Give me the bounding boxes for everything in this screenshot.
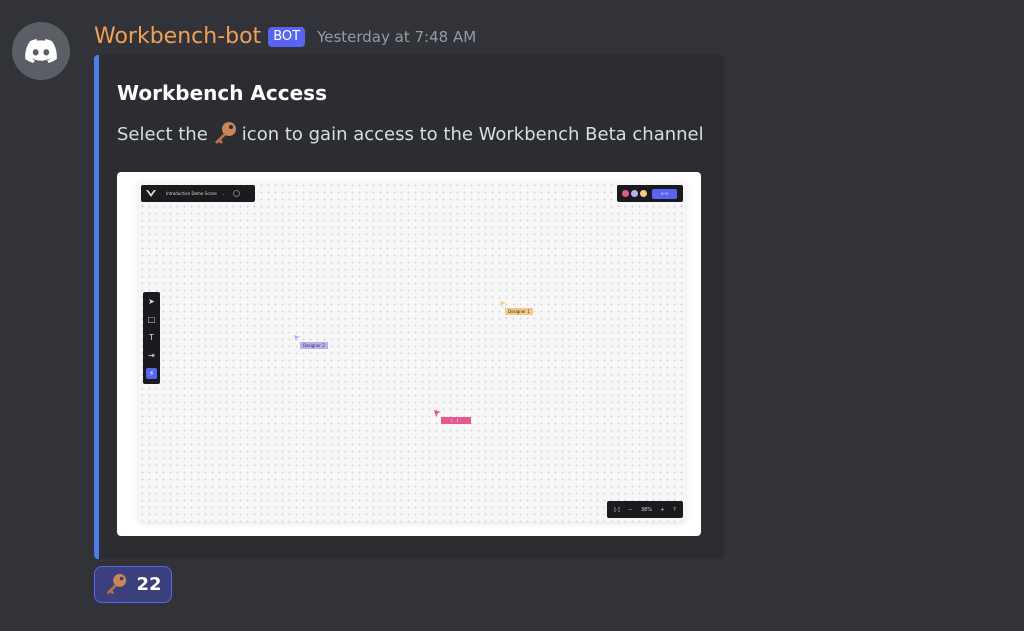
cursor-icon <box>500 301 506 307</box>
share-button: <·> <box>652 188 677 199</box>
cursor-icon <box>434 410 441 417</box>
key-icon <box>107 573 127 594</box>
cursor-label: Designer 2 <box>300 342 328 349</box>
user-avatar-dot <box>622 190 629 197</box>
embed-image[interactable]: Introduction Demo Scene ⌄ <·> ➤ □ T ⇥ ⚡ … <box>117 172 701 536</box>
bot-badge: BOT <box>268 26 306 47</box>
user-avatar-dot <box>640 190 647 197</box>
zoom-out-icon: − <box>628 506 633 513</box>
key-icon <box>212 121 238 147</box>
chevron-down-icon: ⌄ <box>221 191 226 196</box>
embed: Workbench Access Select the icon to gain… <box>94 55 724 559</box>
reaction-button[interactable]: 22 <box>94 566 172 603</box>
fit-icon: [·] <box>614 506 620 513</box>
cursor-icon <box>294 335 300 341</box>
zoom-level: 38% <box>640 506 652 513</box>
username[interactable]: Workbench-bot <box>94 24 261 49</box>
embed-description-start: Select the <box>117 123 208 145</box>
discord-logo-icon <box>25 38 57 63</box>
workspace-toolbar: ➤ □ T ⇥ ⚡ <box>143 292 160 384</box>
scene-title: Introduction Demo Scene <box>166 191 217 196</box>
logo-icon <box>146 190 156 197</box>
cursor-label: Designer 1 <box>505 308 533 315</box>
settings-icon <box>233 190 241 197</box>
reaction-count: 22 <box>136 574 162 595</box>
avatar[interactable] <box>12 22 70 80</box>
help-icon: ? <box>673 506 676 513</box>
import-tool-icon: ⇥ <box>148 351 155 360</box>
message-timestamp[interactable]: Yesterday at 7:48 AM <box>317 28 476 46</box>
shape-tool-icon: □ <box>147 315 156 324</box>
embed-description-end: icon to gain access to the Workbench Bet… <box>241 123 704 145</box>
zoom-in-icon: + <box>660 506 665 513</box>
zoom-controls: [·] − 38% + ? <box>607 501 683 518</box>
user-avatar-dot <box>631 190 638 197</box>
message-header: Workbench-bot BOT Yesterday at 7:48 AM <box>94 24 476 49</box>
pointer-tool-icon: ➤ <box>148 297 155 306</box>
workspace-canvas: Introduction Demo Scene ⌄ <·> ➤ □ T ⇥ ⚡ … <box>139 182 685 522</box>
ai-tool-icon: ⚡ <box>146 368 157 379</box>
text-tool-icon: T <box>149 333 154 342</box>
embed-description: Select the icon to gain access to the Wo… <box>117 121 704 147</box>
cursor-label: ( . ) . <box>441 417 471 424</box>
workspace-topbar: Introduction Demo Scene ⌄ <box>141 185 255 202</box>
embed-title: Workbench Access <box>117 81 327 105</box>
workspace-share-bar: <·> <box>617 185 683 202</box>
